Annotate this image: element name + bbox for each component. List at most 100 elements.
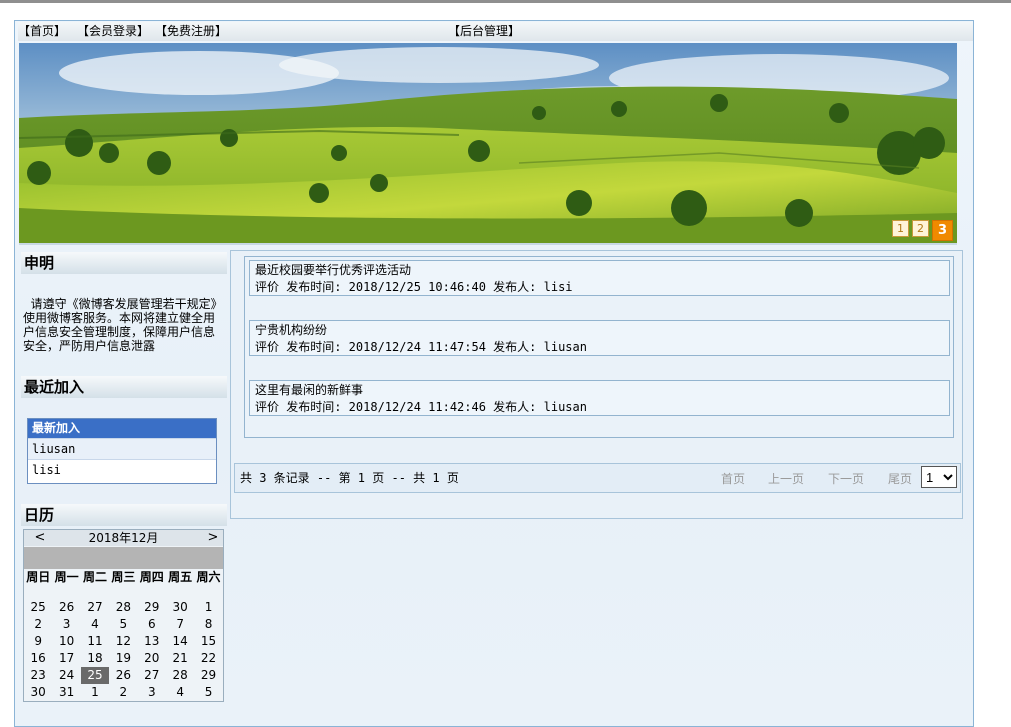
calendar-day[interactable]: 2 xyxy=(109,684,137,701)
calendar-day[interactable]: 3 xyxy=(138,684,166,701)
calendar-header: < 2018年12月 > xyxy=(24,530,223,546)
calendar-month-label: 2018年12月 xyxy=(88,531,159,545)
calendar-day[interactable]: 9 xyxy=(24,633,52,650)
recent-user-item[interactable]: lisi xyxy=(28,459,216,480)
calendar-widget: < 2018年12月 > 周日 周一 周二 周三 周四 周五 周六 25 26 27… xyxy=(23,529,224,702)
statement-text: 请遵守《微博客发展管理若干规定》使用微博客服务。本网将建立健全用户信息安全管理制… xyxy=(23,297,223,353)
calendar-day[interactable]: 26 xyxy=(52,599,80,616)
calendar-day[interactable]: 22 xyxy=(194,650,222,667)
news-item: 这里有最闲的新鲜事 评价 发布时间: 2018/12/24 11:42:46 发… xyxy=(249,380,950,416)
pagination-last-link[interactable]: 尾页 xyxy=(888,465,912,493)
slide-button-3-active[interactable]: 3 xyxy=(932,220,953,241)
calendar-prev-button[interactable]: < xyxy=(32,530,48,546)
calendar-day[interactable]: 1 xyxy=(81,684,109,701)
news-meta: 评价 发布时间: 2018/12/24 11:47:54 发布人: liusan xyxy=(255,340,587,354)
weekday-label: 周三 xyxy=(111,570,136,584)
weekday-label: 周日 xyxy=(26,570,51,584)
calendar-day[interactable]: 1 xyxy=(194,599,222,616)
news-title-link[interactable]: 最近校园要举行优秀评选活动 xyxy=(255,262,949,279)
news-item: 宁贵机构纷纷 评价 发布时间: 2018/12/24 11:47:54 发布人:… xyxy=(249,320,950,356)
calendar-week-row: 16 17 18 19 20 21 22 xyxy=(24,650,223,667)
calendar-day[interactable]: 29 xyxy=(138,599,166,616)
calendar-day[interactable]: 4 xyxy=(81,616,109,633)
recent-title: 最近加入 xyxy=(21,376,227,398)
calendar-day[interactable]: 20 xyxy=(138,650,166,667)
calendar-day[interactable]: 28 xyxy=(166,667,194,684)
pagination-bar: 共 3 条记录 -- 第 1 页 -- 共 1 页 首页 上一页 下一页 尾页 … xyxy=(234,463,961,493)
banner-slideshow[interactable]: 1 2 3 xyxy=(19,43,957,245)
calendar-day[interactable]: 27 xyxy=(81,599,109,616)
calendar-week-row: 25 26 27 28 29 30 1 xyxy=(24,599,223,616)
page-container: 【首页】 【会员登录】 【免费注册】 【后台管理】 1 2 3 申明 请遵守《微… xyxy=(14,20,974,727)
page-select[interactable]: 1 xyxy=(921,466,957,488)
calendar-day[interactable]: 28 xyxy=(109,599,137,616)
calendar-day[interactable]: 4 xyxy=(166,684,194,701)
calendar-day[interactable]: 21 xyxy=(166,650,194,667)
calendar-day[interactable]: 7 xyxy=(166,616,194,633)
calendar-title: 日历 xyxy=(21,504,227,526)
calendar-week-row: 30 31 1 2 3 4 5 xyxy=(24,684,223,701)
calendar-day[interactable]: 2 xyxy=(24,616,52,633)
calendar-day[interactable]: 18 xyxy=(81,650,109,667)
weekday-label: 周四 xyxy=(139,570,164,584)
calendar-day[interactable]: 14 xyxy=(166,633,194,650)
calendar-day[interactable]: 5 xyxy=(194,684,222,701)
calendar-week-row: 23 24 25 26 27 28 29 xyxy=(24,667,223,684)
calendar-day[interactable]: 24 xyxy=(52,667,80,684)
weekday-label: 周二 xyxy=(82,570,107,584)
recent-users-list: 最新加入 liusan lisi xyxy=(27,418,217,484)
calendar-week-row: 2345678 xyxy=(24,616,223,633)
top-nav: 【首页】 【会员登录】 【免费注册】 【后台管理】 xyxy=(18,22,973,41)
pagination-prev-link[interactable]: 上一页 xyxy=(768,465,804,493)
news-meta: 评价 发布时间: 2018/12/25 10:46:40 发布人: lisi xyxy=(255,280,573,294)
pagination-info: 共 3 条记录 -- 第 1 页 -- 共 1 页 xyxy=(240,471,459,485)
calendar-day[interactable]: 23 xyxy=(24,667,52,684)
pagination-next-link[interactable]: 下一页 xyxy=(828,465,864,493)
calendar-day[interactable]: 31 xyxy=(52,684,80,701)
pagination-first-link[interactable]: 首页 xyxy=(721,465,745,493)
calendar-day[interactable]: 17 xyxy=(52,650,80,667)
calendar-day[interactable]: 13 xyxy=(138,633,166,650)
calendar-week-row: 9 10 11 12 13 14 15 xyxy=(24,633,223,650)
calendar-day[interactable]: 25 xyxy=(24,599,52,616)
news-meta: 评价 发布时间: 2018/12/24 11:42:46 发布人: liusan xyxy=(255,400,587,414)
weekday-label: 周一 xyxy=(54,570,79,584)
calendar-weekday-row: 周日 周一 周二 周三 周四 周五 周六 xyxy=(24,571,223,599)
nav-register-link[interactable]: 【免费注册】 xyxy=(155,22,227,41)
calendar-day[interactable]: 19 xyxy=(109,650,137,667)
banner-landscape-image xyxy=(19,43,957,243)
calendar-day[interactable]: 3 xyxy=(52,616,80,633)
calendar-day[interactable]: 30 xyxy=(166,599,194,616)
calendar-day[interactable]: 30 xyxy=(24,684,52,701)
slide-button-1[interactable]: 1 xyxy=(892,220,909,237)
calendar-day[interactable]: 8 xyxy=(194,616,222,633)
news-title-link[interactable]: 这里有最闲的新鲜事 xyxy=(255,382,949,399)
slide-button-2[interactable]: 2 xyxy=(912,220,929,237)
nav-admin-link[interactable]: 【后台管理】 xyxy=(448,22,520,41)
calendar-day[interactable]: 29 xyxy=(194,667,222,684)
calendar-day-today[interactable]: 25 xyxy=(80,667,110,684)
calendar-day[interactable]: 15 xyxy=(194,633,222,650)
calendar-day[interactable]: 10 xyxy=(52,633,80,650)
statement-title: 申明 xyxy=(21,252,227,274)
calendar-next-button[interactable]: > xyxy=(205,530,221,546)
main-content-frame: 最近校园要举行优秀评选活动 评价 发布时间: 2018/12/25 10:46:… xyxy=(230,250,963,519)
calendar-day[interactable]: 27 xyxy=(138,667,166,684)
calendar-day[interactable]: 6 xyxy=(138,616,166,633)
window-top-border xyxy=(0,0,1011,3)
nav-login-link[interactable]: 【会员登录】 xyxy=(77,22,149,41)
calendar-day[interactable]: 11 xyxy=(81,633,109,650)
calendar-day[interactable]: 26 xyxy=(109,667,137,684)
news-title-link[interactable]: 宁贵机构纷纷 xyxy=(255,322,949,339)
recent-user-item[interactable]: liusan xyxy=(28,438,216,459)
calendar-day[interactable]: 16 xyxy=(24,650,52,667)
calendar-grid: 周日 周一 周二 周三 周四 周五 周六 25 26 27 28 29 30 1 2 3 4 5 6 7… xyxy=(24,571,223,701)
calendar-day[interactable]: 12 xyxy=(109,633,137,650)
calendar-day[interactable]: 5 xyxy=(109,616,137,633)
calendar-toolbar-bar xyxy=(24,547,223,569)
news-list: 最近校园要举行优秀评选活动 评价 发布时间: 2018/12/25 10:46:… xyxy=(244,256,954,438)
weekday-label: 周六 xyxy=(196,570,221,584)
statement-body: 请遵守《微博客发展管理若干规定》使用微博客服务。本网将建立健全用户信息安全管理制… xyxy=(23,297,223,353)
weekday-label: 周五 xyxy=(168,570,193,584)
nav-home-link[interactable]: 【首页】 xyxy=(18,22,66,41)
